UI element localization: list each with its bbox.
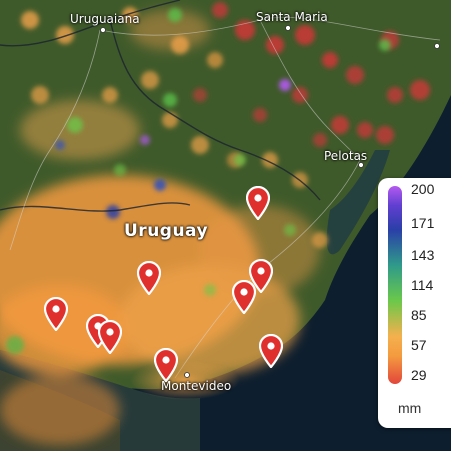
legend-tick: 57	[411, 337, 427, 353]
map-pin-icon[interactable]	[97, 319, 123, 355]
place-label: Santa Maria	[256, 10, 328, 24]
map-pin-icon[interactable]	[258, 333, 284, 369]
precipitation-legend: 200 171 143 114 85 57 29 mm	[378, 178, 451, 428]
map-pin-icon[interactable]	[231, 279, 257, 315]
place-label: Pelotas	[324, 149, 368, 163]
map-pin-icon[interactable]	[153, 347, 179, 383]
map-pin-icon[interactable]	[136, 260, 162, 296]
legend-tick: 143	[411, 247, 435, 263]
legend-unit: mm	[398, 400, 422, 416]
country-label: Uruguay	[124, 221, 209, 241]
place-label: Uruguaiana	[70, 12, 140, 26]
color-ramp	[388, 186, 402, 384]
map-pin-icon[interactable]	[245, 185, 271, 221]
map-pin-icon[interactable]	[43, 296, 69, 332]
legend-tick: 29	[411, 367, 427, 383]
legend-tick: 200	[411, 181, 435, 197]
legend-tick: 85	[411, 307, 427, 323]
legend-tick: 171	[411, 215, 435, 231]
legend-tick: 114	[411, 277, 434, 293]
precipitation-map[interactable]: Uruguaiana Santa Maria Pelotas Montevide…	[0, 0, 451, 451]
